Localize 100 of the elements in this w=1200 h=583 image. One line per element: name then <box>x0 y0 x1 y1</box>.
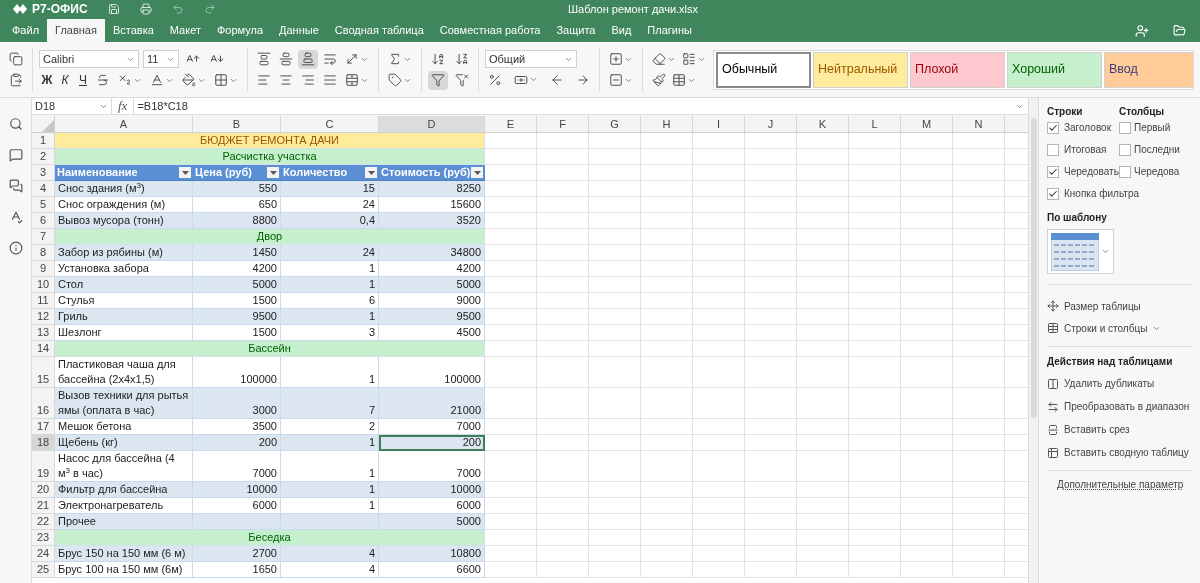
checkbox-label[interactable]: Последни <box>1134 142 1180 157</box>
menu-tab[interactable]: Вставка <box>104 19 162 42</box>
caret-icon[interactable] <box>529 75 538 84</box>
checkbox[interactable] <box>1047 187 1059 200</box>
format-button[interactable]: Ч <box>75 70 91 90</box>
cell-style-preset[interactable]: Ввод <box>1104 51 1193 88</box>
menu-tab[interactable]: Файл <box>4 19 48 42</box>
cell-style-preset[interactable]: Нейтральный <box>813 51 908 88</box>
add-user-icon[interactable] <box>1135 23 1149 38</box>
checkbox-label[interactable]: Кнопка фильтра <box>1064 186 1140 201</box>
column-header[interactable]: J <box>745 116 797 132</box>
row-number[interactable]: 22 <box>32 514 55 530</box>
undo-icon[interactable] <box>172 3 184 15</box>
checkbox-label[interactable]: Итоговая <box>1064 142 1107 157</box>
panel-link[interactable]: Строки и столбцы <box>1047 317 1200 339</box>
column-header[interactable]: F <box>537 116 589 132</box>
row-number[interactable]: 18 <box>32 435 55 451</box>
checkbox[interactable] <box>1119 165 1131 178</box>
column-header[interactable]: L <box>849 116 901 132</box>
caret-icon[interactable] <box>1101 247 1110 256</box>
menu-tab[interactable]: Данные <box>271 19 327 42</box>
column-header[interactable]: M <box>901 116 953 132</box>
row-number[interactable]: 16 <box>32 388 55 419</box>
print-icon[interactable] <box>140 3 152 15</box>
filter-dropdown-button[interactable] <box>365 167 377 178</box>
row-number[interactable]: 4 <box>32 181 55 197</box>
row-number[interactable]: 9 <box>32 261 55 277</box>
function-label[interactable]: fx <box>112 96 134 116</box>
advanced-settings-link[interactable]: Дополнительные параметр <box>1057 477 1184 492</box>
checkbox[interactable] <box>1119 121 1131 134</box>
column-header[interactable]: D <box>379 116 485 132</box>
filter-button[interactable] <box>428 70 448 90</box>
checkbox[interactable] <box>1047 143 1059 156</box>
row-number[interactable]: 21 <box>32 498 55 514</box>
cell-name-field[interactable]: D18 <box>32 98 112 114</box>
row-number[interactable]: 8 <box>32 245 55 261</box>
format-button[interactable]: Ж <box>39 70 55 90</box>
menu-tab[interactable]: Макет <box>161 19 209 42</box>
menu-tab[interactable]: Защита <box>548 19 604 42</box>
row-number[interactable]: 11 <box>32 293 55 309</box>
checkbox[interactable] <box>1047 121 1059 134</box>
column-header[interactable]: I <box>693 116 745 132</box>
menu-tab[interactable]: Формула <box>208 19 272 42</box>
checkbox-label[interactable]: Первый <box>1134 120 1171 135</box>
row-number[interactable]: 14 <box>32 341 55 357</box>
chat-icon[interactable] <box>8 179 23 193</box>
cell-style-preset[interactable]: Хороший <box>1007 51 1102 88</box>
row-number[interactable]: 1 <box>32 133 55 149</box>
menu-tab[interactable]: Плагины <box>639 19 700 42</box>
comment-icon[interactable] <box>8 148 23 162</box>
table-action[interactable]: Преобразовать в диапазон <box>1047 395 1200 418</box>
column-header[interactable]: A <box>55 116 193 132</box>
row-number[interactable]: 7 <box>32 229 55 245</box>
column-header[interactable]: G <box>589 116 641 132</box>
info-icon[interactable] <box>8 241 23 255</box>
filter-dropdown-button[interactable] <box>471 167 483 178</box>
column-header[interactable]: K <box>797 116 849 132</box>
column-header[interactable]: N <box>953 116 1005 132</box>
row-number[interactable]: 23 <box>32 530 55 546</box>
checkbox[interactable] <box>1119 143 1131 156</box>
column-header[interactable]: B <box>193 116 281 132</box>
row-number[interactable]: 25 <box>32 562 55 578</box>
row-number[interactable]: 5 <box>32 197 55 213</box>
column-header[interactable]: E <box>485 116 537 132</box>
filter-dropdown-button[interactable] <box>179 167 191 178</box>
filter-dropdown-button[interactable] <box>267 167 279 178</box>
cell-style-preset[interactable]: Обычный <box>716 51 811 88</box>
row-number[interactable]: 2 <box>32 149 55 165</box>
font-size-field[interactable]: 11 <box>143 50 179 68</box>
font-name-field[interactable]: Calibri <box>39 50 139 68</box>
table-action[interactable]: Удалить дубликаты <box>1047 372 1200 395</box>
checkbox-label[interactable]: Заголовок <box>1064 120 1112 135</box>
table-template-picker[interactable] <box>1047 229 1114 274</box>
cell-style-preset[interactable]: Плохой <box>910 51 1005 88</box>
menu-tab[interactable]: Вид <box>603 19 640 42</box>
formula-field[interactable]: =B18*C18 <box>133 98 1015 114</box>
row-number[interactable]: 19 <box>32 451 55 482</box>
save-icon[interactable] <box>108 3 120 15</box>
table-action[interactable]: Вставить срез <box>1047 418 1200 441</box>
row-number[interactable]: 12 <box>32 309 55 325</box>
row-number[interactable]: 15 <box>32 357 55 388</box>
row-number[interactable]: 17 <box>32 419 55 435</box>
menu-tab[interactable]: Сводная таблица <box>326 19 432 42</box>
format-button[interactable]: К <box>57 70 73 90</box>
row-number[interactable]: 6 <box>32 213 55 229</box>
row-number[interactable]: 20 <box>32 482 55 498</box>
row-number[interactable]: 10 <box>32 277 55 293</box>
align-bottom-button[interactable] <box>298 49 318 69</box>
checkbox-label[interactable]: Чередова <box>1134 164 1180 179</box>
menu-tab[interactable]: Главная <box>47 19 105 42</box>
row-number[interactable]: 3 <box>32 165 55 181</box>
panel-link[interactable]: Размер таблицы <box>1047 295 1200 317</box>
folder-icon[interactable] <box>1173 24 1186 37</box>
menu-tab[interactable]: Совместная работа <box>431 19 549 42</box>
table-action[interactable]: Вставить сводную таблицу <box>1047 441 1200 464</box>
number-format-field[interactable]: Общий <box>485 50 577 68</box>
row-number[interactable]: 13 <box>32 325 55 341</box>
search-icon[interactable] <box>8 117 23 131</box>
checkbox-label[interactable]: Чередовать <box>1064 164 1119 179</box>
row-number[interactable]: 24 <box>32 546 55 562</box>
